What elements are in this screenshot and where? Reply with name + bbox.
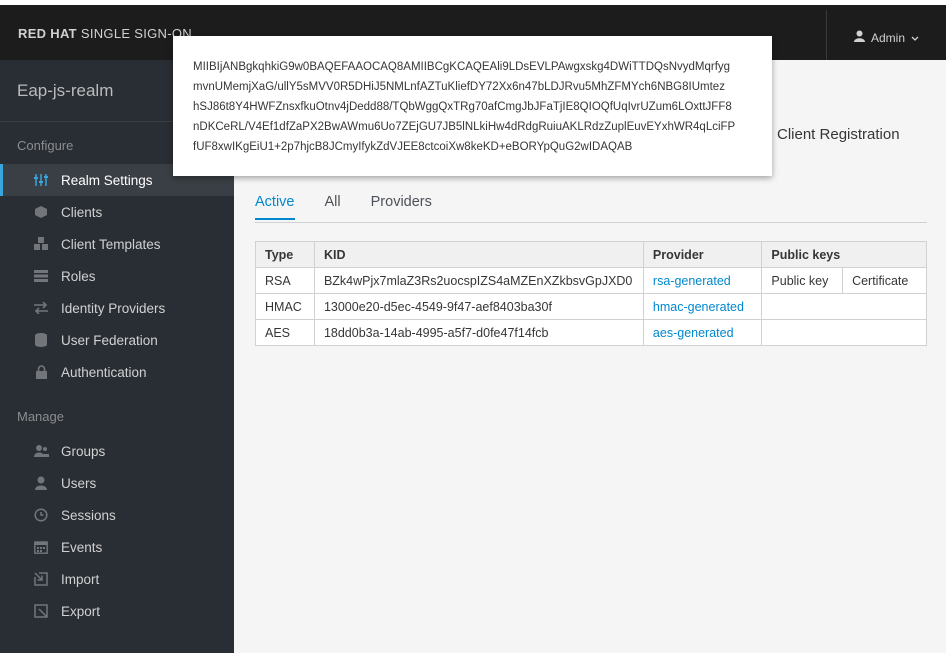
public-key-button[interactable]: Public key [761, 267, 844, 294]
export-icon [33, 603, 49, 619]
tab-providers[interactable]: Providers [371, 194, 432, 220]
public-key-popover: MIIBIjANBgkqhkiG9w0BAQEFAAOCAQ8AMIIBCgKC… [173, 36, 772, 176]
provider-link[interactable]: aes-generated [642, 319, 763, 346]
brand-bold: RED HAT [18, 26, 77, 41]
cubes-icon [33, 236, 49, 252]
exchange-icon [33, 300, 49, 316]
cube-icon [33, 204, 49, 220]
sidebar-item-label: Clients [61, 204, 103, 220]
group-icon [33, 443, 49, 459]
cell-public-keys [761, 319, 927, 346]
sidebar-item-label: Roles [61, 268, 96, 284]
sidebar-item-label: Users [61, 475, 97, 491]
clock-icon [33, 507, 49, 523]
cell-kid: 18dd0b3a-14ab-4995-a5f7-d0fe47f14fcb [313, 319, 644, 346]
realm-name: Eap-js-realm [17, 81, 114, 100]
cell-kid: 13000e20-d5ec-4549-9f47-aef8403ba30f [313, 293, 644, 320]
popover-line: fUF8xwIKgEiU1+2p7hjcB8JCmyIfykZdVJEE8ctc… [193, 141, 633, 153]
certificate-button[interactable]: Certificate [842, 267, 927, 294]
list-icon [33, 268, 49, 284]
provider-link[interactable]: hmac-generated [642, 293, 763, 320]
sidebar-item-roles[interactable]: Roles [0, 260, 234, 292]
user-name: Admin [870, 30, 905, 45]
popover-line: hSJ86t8Y4HWFZnsxfkuOtnv4jDedd88/TQbWggQx… [193, 101, 732, 113]
sidebar-item-sessions[interactable]: Sessions [0, 499, 234, 531]
cell-type: RSA [255, 267, 315, 294]
keys-table: Type KID Provider Public keys RSA BZk4wP… [255, 241, 927, 346]
lock-icon [33, 364, 49, 380]
table-row: HMAC 13000e20-d5ec-4549-9f47-aef8403ba30… [255, 293, 927, 320]
manage-label: Manage [17, 409, 64, 424]
user-menu[interactable]: Admin [826, 10, 946, 65]
table-header-row: Type KID Provider Public keys [255, 241, 927, 268]
cell-type: AES [255, 319, 315, 346]
import-icon [33, 571, 49, 587]
sidebar-item-export[interactable]: Export [0, 595, 234, 627]
sidebar-item-label: Groups [61, 443, 106, 459]
database-icon [33, 332, 49, 348]
sidebar-item-groups[interactable]: Groups [0, 435, 234, 467]
sidebar-item-users[interactable]: Users [0, 467, 234, 499]
column-header-public-keys: Public keys [761, 241, 927, 268]
sliders-icon [33, 172, 49, 188]
table-row: AES 18dd0b3a-14ab-4995-a5f7-d0fe47f14fcb… [255, 319, 927, 346]
cell-type: HMAC [255, 293, 315, 320]
sidebar-item-import[interactable]: Import [0, 563, 234, 595]
sidebar-item-label: Events [61, 539, 103, 555]
sidebar-item-label: Export [61, 603, 101, 619]
tab-active[interactable]: Active [255, 194, 295, 220]
window-edge [946, 0, 952, 653]
column-header-type: Type [255, 241, 315, 268]
sidebar-item-label: Authentication [61, 364, 147, 380]
user-icon [33, 475, 49, 491]
sidebar-item-label: User Federation [61, 332, 158, 348]
chevron-down-icon [911, 31, 919, 45]
column-header-provider: Provider [642, 241, 763, 268]
brand-logo: RED HAT SINGLE SIGN-ON [18, 26, 192, 41]
sidebar-item-label: Identity Providers [61, 300, 166, 316]
sidebar-item-label: Import [61, 571, 100, 587]
sidebar-item-label: Realm Settings [61, 172, 153, 188]
column-header-kid: KID [313, 241, 644, 268]
tabs-divider [255, 222, 927, 223]
sidebar-item-clients[interactable]: Clients [0, 196, 234, 228]
cell-kid: BZk4wPjx7mlaZ3Rs2uocspIZS4aMZEnXZkbsvGpJ… [313, 267, 644, 294]
table-row: RSA BZk4wPjx7mlaZ3Rs2uocspIZS4aMZEnXZkbs… [255, 267, 927, 294]
provider-link[interactable]: rsa-generated [642, 267, 763, 294]
calendar-icon [33, 539, 49, 555]
tab-client-registration[interactable]: Client Registration [777, 126, 900, 143]
keys-subtabs: Active All Providers [255, 194, 432, 220]
user-icon [853, 30, 865, 45]
sidebar-item-client-templates[interactable]: Client Templates [0, 228, 234, 260]
sidebar-item-label: Client Templates [61, 236, 161, 252]
popover-line: mvnUMemjXaG/ullY5sMVV0R5DHiJ5NMLnfAZTuKl… [193, 81, 725, 93]
sidebar-item-label: Sessions [61, 507, 116, 523]
configure-label: Configure [17, 138, 74, 153]
cell-public-keys [761, 293, 927, 320]
sidebar-item-identity-providers[interactable]: Identity Providers [0, 292, 234, 324]
sidebar-item-events[interactable]: Events [0, 531, 234, 563]
popover-line: MIIBIjANBgkqhkiG9w0BAQEFAAOCAQ8AMIIBCgKC… [193, 61, 731, 73]
tab-all[interactable]: All [325, 194, 341, 220]
popover-line: nDKCeRL/V4Ef1dfZaPX2BwAWmu6Uo7ZEjGU7JB5l… [193, 121, 736, 133]
sidebar-item-authentication[interactable]: Authentication [0, 356, 234, 388]
sidebar-item-user-federation[interactable]: User Federation [0, 324, 234, 356]
